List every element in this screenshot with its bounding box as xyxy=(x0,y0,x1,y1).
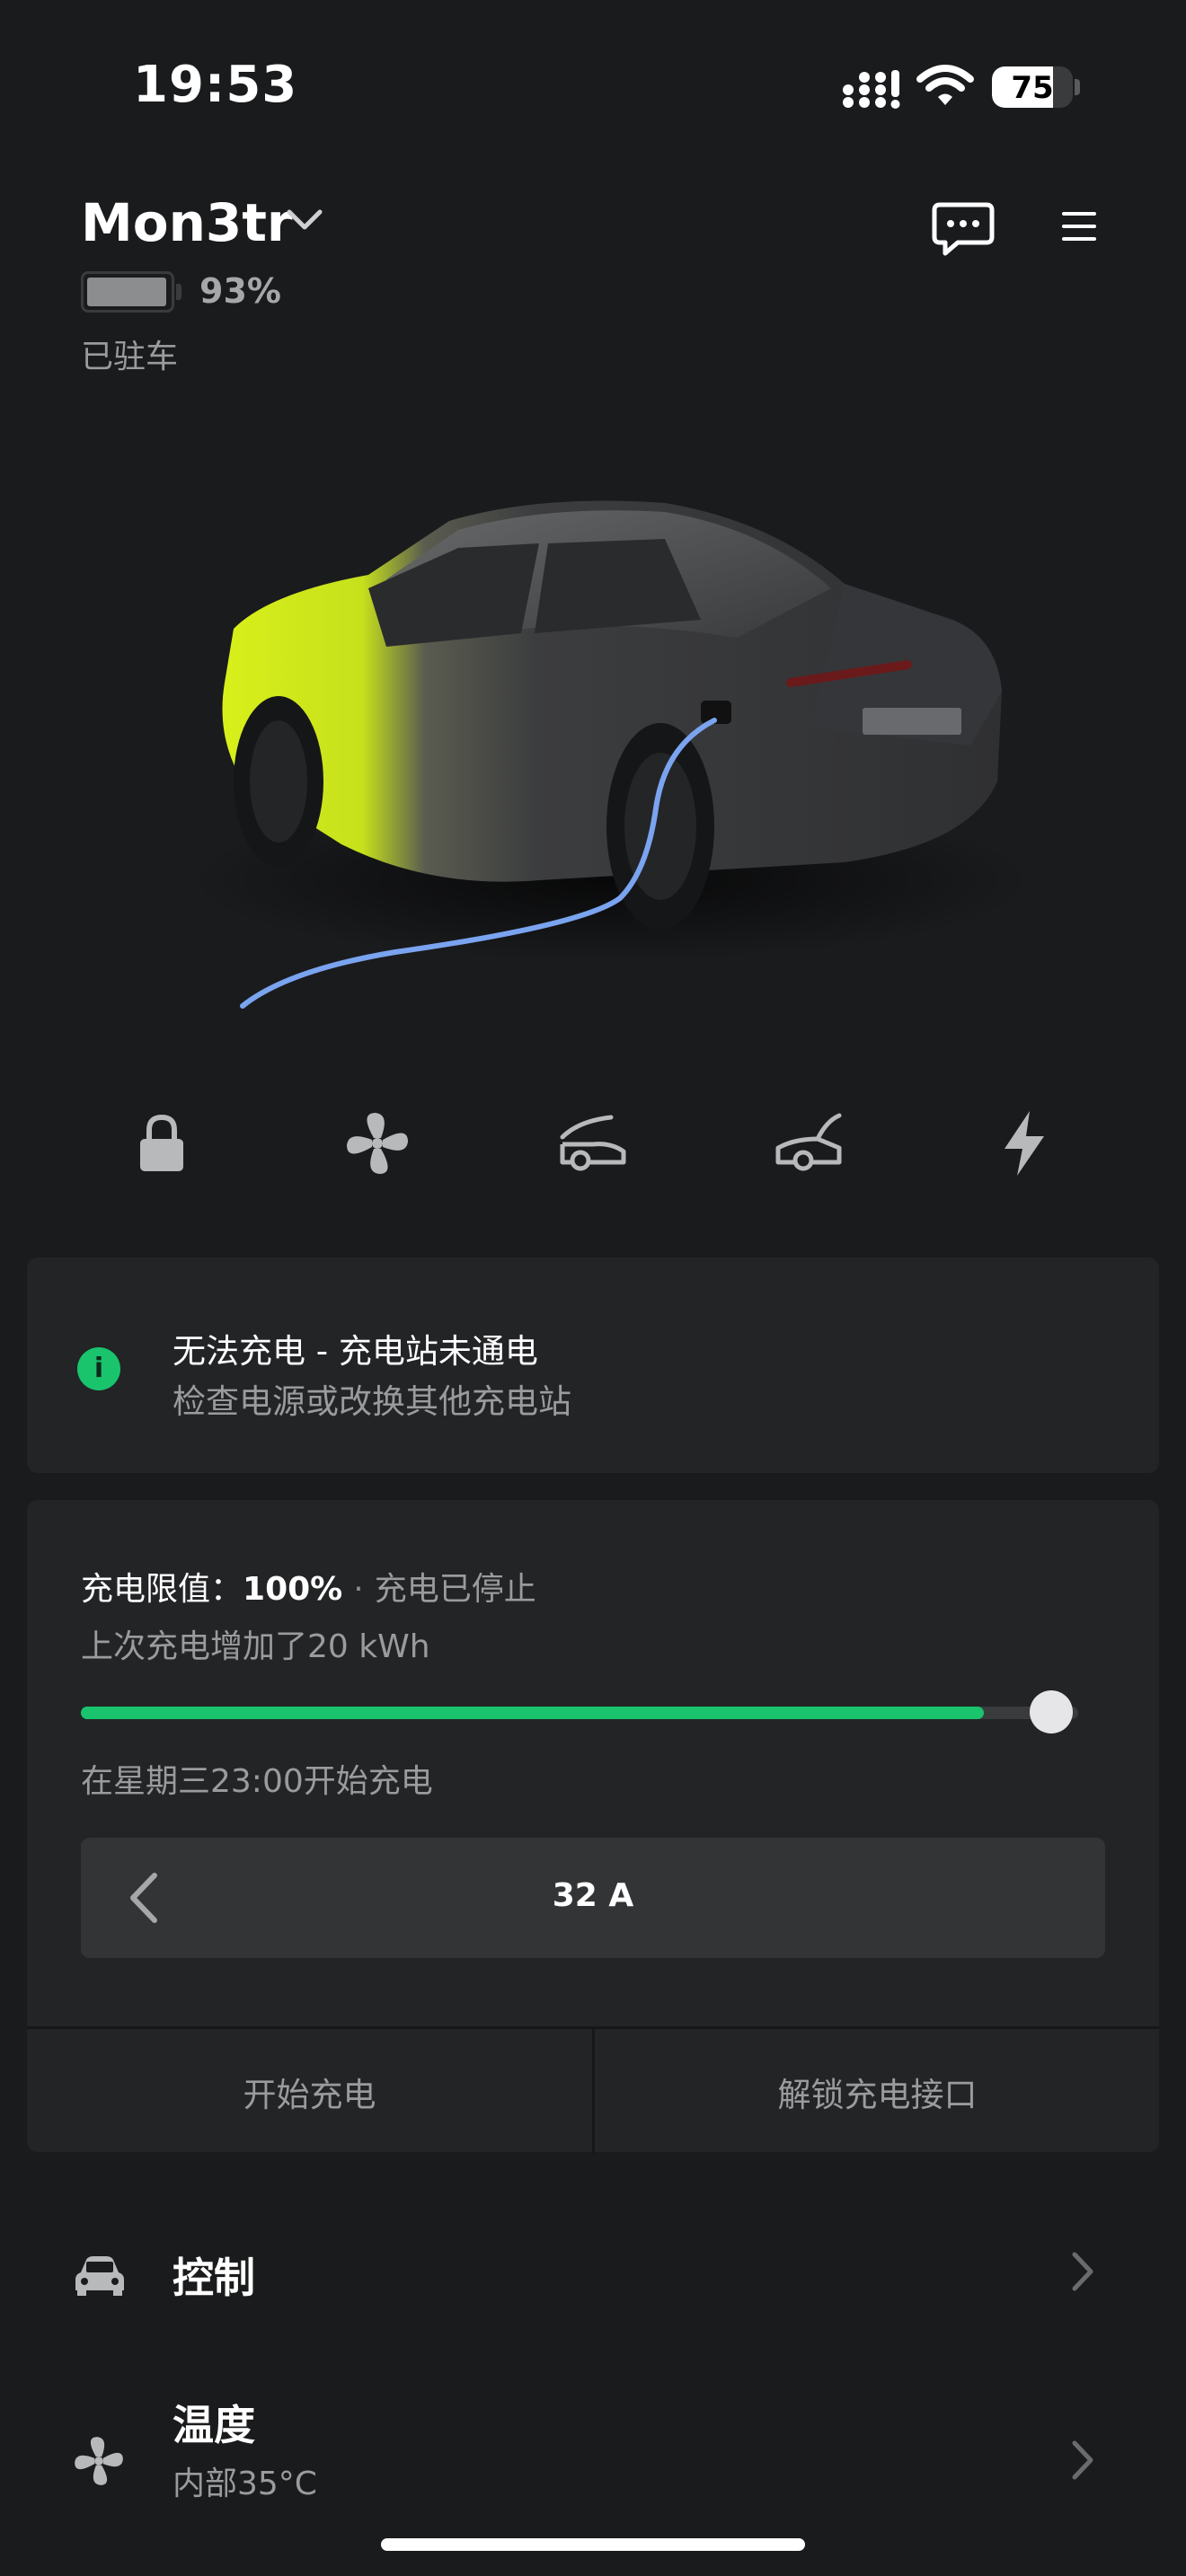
charging-card: 充电限值：100% · 充电已停止 上次充电增加了20 kWh 在星期三23:00开… xyxy=(27,1500,1160,2155)
fan-icon xyxy=(343,1109,412,1181)
menu-item-controls[interactable]: 控制 xyxy=(0,2219,1186,2326)
alert-subtitle: 检查电源或改换其他充电站 xyxy=(173,1382,571,1421)
frunk-icon xyxy=(557,1112,629,1178)
chevron-down-icon[interactable] xyxy=(286,208,323,235)
trunk-button[interactable] xyxy=(768,1105,849,1186)
interior-temperature: 内部35°C xyxy=(173,2466,317,2502)
vehicle-state: 已驻车 xyxy=(81,339,179,375)
lock-button[interactable] xyxy=(121,1105,202,1186)
charge-alert-card: i 无法充电 - 充电站未通电 检查电源或改换其他充电站 xyxy=(27,1257,1159,1473)
info-icon: i xyxy=(77,1347,120,1390)
car-icon xyxy=(72,2253,128,2301)
home-indicator[interactable] xyxy=(381,2538,805,2551)
status-bar: 19:53 75 xyxy=(0,0,1186,171)
scheduled-charging[interactable]: 在星期三23:00开始充电 xyxy=(81,1755,433,1802)
charge-limit-label: 充电限值： xyxy=(81,1571,243,1608)
status-time: 19:53 xyxy=(133,56,298,114)
fan-icon xyxy=(72,2434,126,2492)
charge-limit-line: 充电限值：100% · 充电已停止 xyxy=(81,1563,536,1610)
quick-actions xyxy=(0,1105,1186,1186)
alert-title: 无法充电 - 充电站未通电 xyxy=(173,1332,538,1371)
climate-button[interactable] xyxy=(337,1105,418,1186)
chevron-right-icon xyxy=(1069,2438,1096,2486)
charge-button[interactable] xyxy=(984,1105,1065,1186)
charge-status: 充电已停止 xyxy=(374,1571,536,1608)
vehicle-battery-icon xyxy=(81,271,174,313)
battery-icon: 75 xyxy=(992,66,1073,108)
slider-thumb[interactable] xyxy=(1030,1690,1073,1734)
frunk-button[interactable] xyxy=(553,1105,633,1186)
charge-limit-value: 100% xyxy=(243,1571,343,1608)
amperage-control: 32 A xyxy=(81,1838,1105,1958)
amperage-value: 32 A xyxy=(552,1877,634,1914)
battery-percent: 93% xyxy=(199,271,281,311)
menu-icon[interactable] xyxy=(1058,208,1100,244)
separator: · xyxy=(353,1571,364,1608)
cellular-signal-icon xyxy=(841,70,904,113)
charge-buttons: 开始充电 解锁充电接口 xyxy=(27,2026,1160,2155)
menu-item-label: 控制 xyxy=(173,2254,255,2302)
wifi-icon xyxy=(916,63,974,111)
battery-level: 75 xyxy=(1011,70,1054,106)
chevron-right-icon xyxy=(1069,2249,1096,2298)
car-image xyxy=(162,485,1060,1042)
last-charge-added: 上次充电增加了20 kWh xyxy=(81,1628,430,1665)
menu-item-label: 温度 xyxy=(173,2401,255,2449)
slider-fill xyxy=(81,1707,984,1719)
start-charging-button[interactable]: 开始充电 xyxy=(27,2029,592,2155)
charge-limit-slider[interactable] xyxy=(81,1707,1078,1719)
unlock-charge-port-button[interactable]: 解锁充电接口 xyxy=(595,2029,1160,2155)
trunk-icon xyxy=(773,1112,845,1178)
message-icon[interactable] xyxy=(931,201,996,257)
car-name[interactable]: Mon3tr xyxy=(81,192,293,253)
lock-icon xyxy=(135,1112,189,1178)
menu-item-climate[interactable]: 温度 内部35°C xyxy=(0,2371,1186,2515)
lightning-icon xyxy=(1001,1109,1048,1181)
